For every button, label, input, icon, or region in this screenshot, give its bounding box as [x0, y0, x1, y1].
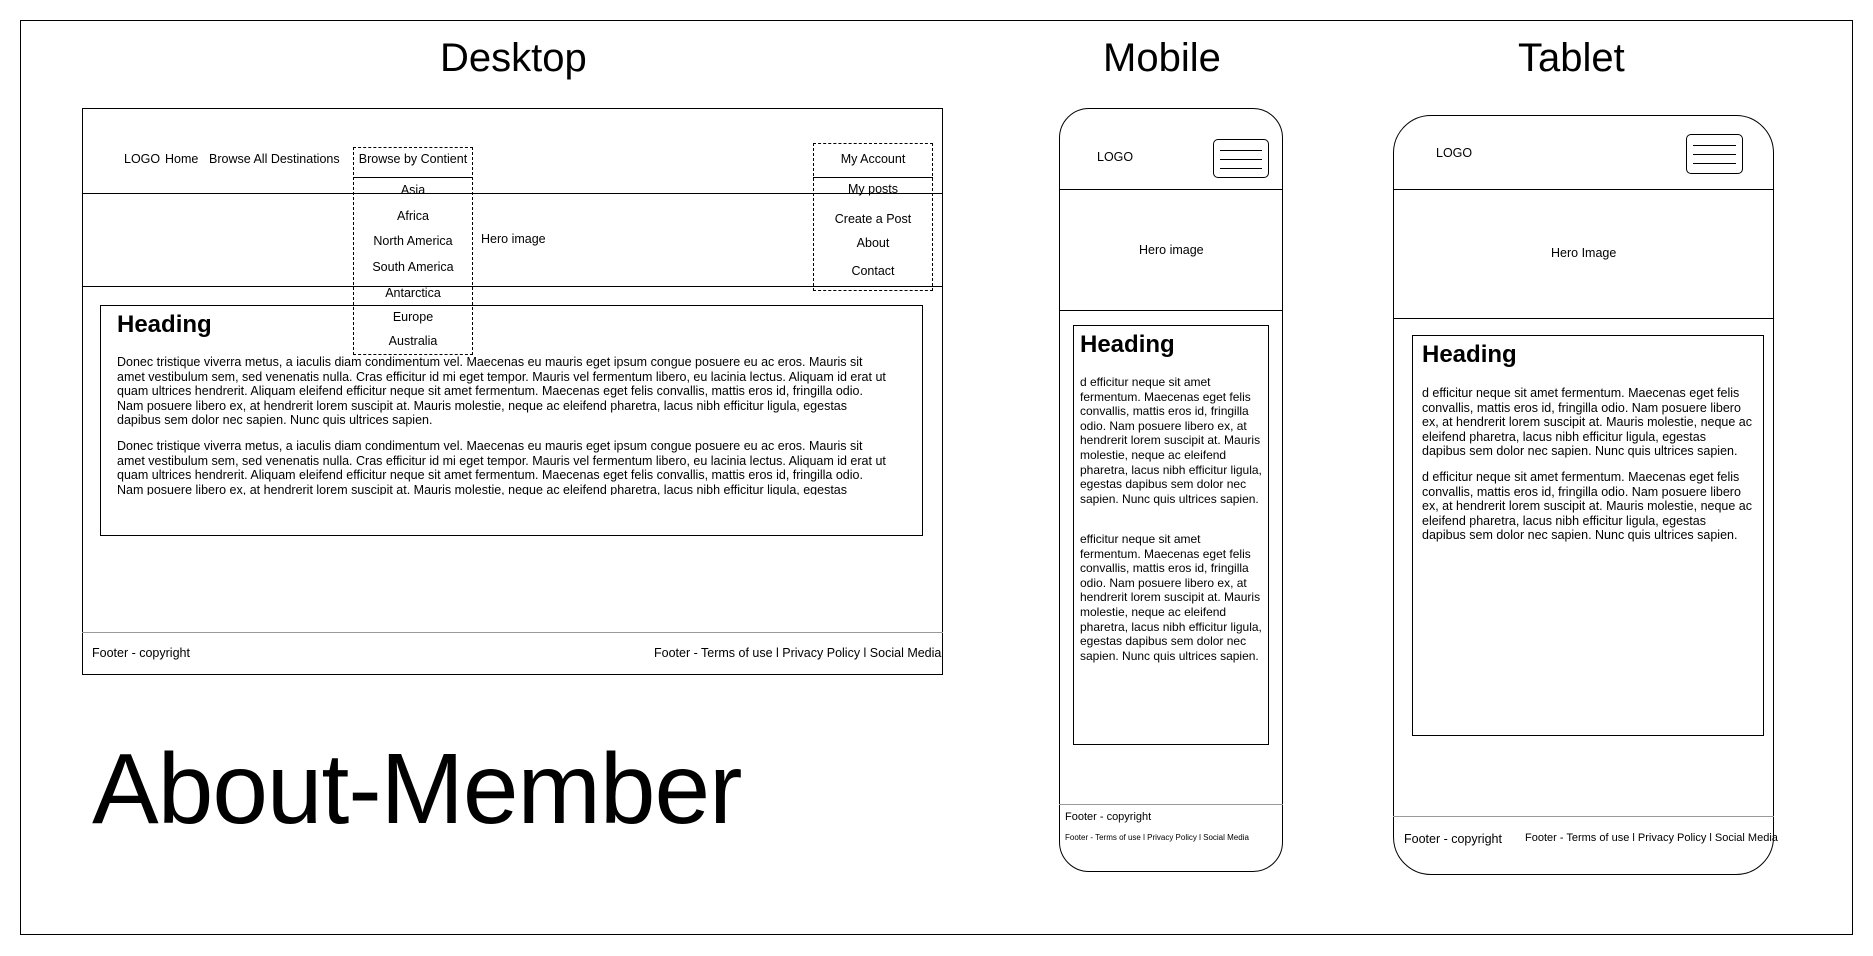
desktop-nav-home[interactable]: Home [165, 152, 198, 166]
tablet-footer-divider [1393, 816, 1774, 817]
tablet-paragraph-1: d efficitur neque sit amet fermentum. Ma… [1422, 386, 1752, 459]
desktop-nav-my-account[interactable]: My Account [813, 152, 933, 166]
tablet-hero-divider [1393, 318, 1774, 319]
desktop-nav-browse-by-continent[interactable]: Browse by Contient [353, 152, 473, 166]
tablet-paragraph-2: d efficitur neque sit amet fermentum. Ma… [1422, 470, 1752, 543]
account-item-contact[interactable]: Contact [813, 264, 933, 278]
mobile-paragraph-1: d efficitur neque sit amet fermentum. Ma… [1080, 375, 1262, 506]
continent-item-south-america[interactable]: South America [353, 260, 473, 274]
continent-item-north-america[interactable]: North America [353, 234, 473, 248]
desktop-hero-label: Hero image [481, 232, 546, 246]
tablet-footer-copyright: Footer - copyright [1404, 832, 1502, 846]
tablet-footer-links[interactable]: Footer - Terms of use l Privacy Policy l… [1525, 832, 1778, 844]
continent-item-asia[interactable]: Asia [353, 183, 473, 197]
mobile-header-divider [1059, 189, 1283, 190]
desktop-footer-divider [82, 632, 943, 633]
account-item-my-posts[interactable]: My posts [813, 182, 933, 196]
mobile-paragraph-2: efficitur neque sit amet fermentum. Maec… [1080, 532, 1262, 663]
desktop-footer-copyright: Footer - copyright [92, 646, 190, 660]
desktop-continent-dropdown-divider [353, 177, 473, 178]
desktop-nav-browse-all[interactable]: Browse All Destinations [209, 152, 340, 166]
desktop-footer-links[interactable]: Footer - Terms of use l Privacy Policy l… [654, 646, 941, 660]
desktop-logo: LOGO [124, 152, 161, 166]
mobile-hero-label: Hero image [1139, 243, 1204, 257]
account-item-create-post[interactable]: Create a Post [813, 212, 933, 226]
continent-item-africa[interactable]: Africa [353, 209, 473, 223]
desktop-heading: Heading [117, 311, 212, 338]
mobile-footer-copyright: Footer - copyright [1065, 811, 1152, 823]
page-title: About-Member [92, 733, 742, 845]
tablet-header-divider [1393, 189, 1774, 190]
mobile-logo: LOGO [1097, 150, 1134, 164]
tablet-heading: Heading [1422, 341, 1517, 368]
mobile-hamburger-menu-icon[interactable] [1213, 139, 1269, 178]
mobile-heading: Heading [1080, 331, 1175, 358]
desktop-paragraph-2: Donec tristique viverra metus, a iaculis… [117, 439, 886, 495]
continent-item-antarctica[interactable]: Antarctica [353, 286, 473, 300]
account-item-about[interactable]: About [813, 236, 933, 250]
desktop-paragraph-1: Donec tristique viverra metus, a iaculis… [117, 355, 886, 428]
mobile-label: Mobile [1103, 36, 1221, 80]
tablet-label: Tablet [1518, 36, 1625, 80]
mobile-hero-divider [1059, 310, 1283, 311]
desktop-label: Desktop [440, 36, 587, 80]
mobile-footer-divider [1059, 804, 1283, 805]
mobile-footer-links[interactable]: Footer - Terms of use l Privacy Policy l… [1065, 833, 1249, 842]
desktop-account-dropdown-divider [813, 177, 933, 178]
tablet-hero-label: Hero Image [1551, 246, 1617, 260]
tablet-logo: LOGO [1436, 146, 1473, 160]
tablet-hamburger-menu-icon[interactable] [1686, 134, 1743, 174]
